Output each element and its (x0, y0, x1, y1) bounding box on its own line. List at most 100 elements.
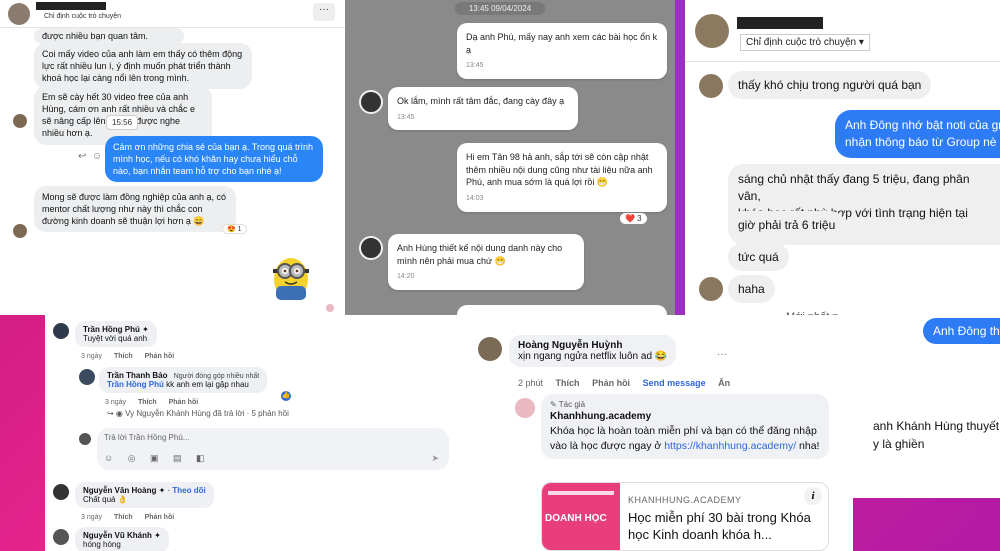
avatar (13, 114, 27, 128)
send-message-button[interactable]: Send message (643, 378, 706, 388)
react-icon[interactable]: ☺ (92, 151, 102, 162)
comment-actions: 3 ngày Thích Phản hồi (81, 353, 184, 360)
avatar[interactable] (53, 529, 69, 545)
avatar (699, 277, 723, 301)
hide-button[interactable]: Ẩn (718, 378, 730, 388)
comment-actions: 3 ngày Thích Phản hồi (105, 399, 208, 406)
reply-tail: nha! (796, 439, 820, 452)
link-site: KHANHHUNG.ACADEMY (628, 495, 742, 505)
info-icon[interactable]: i (804, 487, 822, 505)
avatar[interactable] (8, 3, 30, 25)
received-message-bubble: Ok lắm, mình rất tâm đắc, đang cày đây ạ… (388, 87, 578, 131)
seen-avatar (326, 304, 334, 312)
date-timestamp: 13:45 09/04/2024 (455, 2, 545, 15)
avatar[interactable] (53, 323, 69, 339)
like-button[interactable]: Thích (114, 353, 133, 360)
chat-header: Chỉ định cuộc trò chuyện ▾ (685, 0, 1000, 62)
comment-text: Tuyệt vời quá anh (83, 334, 148, 343)
message-text: Hi em Tân 98 hả anh, sắp tới sẽ còn cập … (466, 152, 653, 188)
reply-input[interactable]: Trả lời Trần Hồng Phú... ☺ ◎ ▣ ▤ ◧ ➤ (97, 428, 449, 470)
comment-text: xịn ngang ngửa netflix luôn ad 😂 (518, 351, 668, 362)
comment-bubble: Nguyễn Vũ Khánh ✦ hóng hóng (75, 527, 169, 551)
comment-bubble: Nguyễn Văn Hoàng ✦ · Theo dõi Chất quá 👌 (75, 482, 214, 508)
avatar (13, 224, 27, 238)
chat-panel-3: Chỉ định cuộc trò chuyện ▾ thấy khó chịu… (685, 0, 1000, 315)
reaction-badge[interactable]: 😍 1 (222, 224, 247, 234)
avatar[interactable] (79, 369, 95, 385)
avatar (79, 433, 91, 445)
message-bubble: giờ phải trả 6 triệu (728, 211, 846, 239)
comment-bubble: Hoàng Nguyễn Huỳnh xịn ngang ngửa netfli… (509, 335, 677, 367)
comment-actions: 2 phút Thích Phản hồi Send message Ẩn (518, 378, 740, 388)
conversation-subtitle[interactable]: Chỉ định cuộc trò chuyện (44, 13, 121, 20)
author-badge: ✎ Tác giả (550, 400, 586, 409)
author-avatar[interactable] (515, 398, 535, 418)
comment-bubble: Trần Hồng Phú ✦ Tuyệt vời quá anh (75, 321, 157, 347)
message-text: anh Khánh Hùng thuyết (873, 419, 1000, 433)
reply-button[interactable]: Phản hồi (145, 353, 175, 360)
top-fan-badge: Người đóng góp nhiều nhất (173, 373, 260, 380)
side-strip (675, 0, 685, 315)
reply-icon[interactable]: ↩ (78, 151, 86, 162)
message-bubble: Mong sẽ được làm đồng nghiệp của anh ạ, … (34, 186, 236, 233)
more-options-icon[interactable]: ··· (717, 349, 727, 360)
chat-header: Chỉ định cuộc trò chuyện ··· (0, 0, 345, 28)
send-icon[interactable]: ➤ (431, 453, 439, 464)
link-preview-card[interactable]: DOANH HỌC KHANHHUNG.ACADEMY Học miễn phí… (541, 482, 829, 551)
message-bubble: được nhiều bạn quan tâm. (34, 28, 184, 45)
chat-panel-1: Chỉ định cuộc trò chuyện ··· được nhiều … (0, 0, 345, 315)
reply-button[interactable]: Phản hồi (592, 378, 630, 388)
commenter-name[interactable]: Nguyễn Vũ Khánh (83, 531, 152, 540)
comment-text: kk anh em lại gặp nhau (166, 380, 249, 389)
commenter-name[interactable]: Trần Hồng Phú (83, 325, 140, 334)
redacted-name (36, 2, 106, 10)
link-title[interactable]: Học miễn phí 30 bài trong Khóa học Kinh … (628, 510, 824, 544)
sent-message-bubble: Cảm ơn những chia sẻ của bạn ạ. Trong qu… (105, 136, 323, 183)
message-time: 13:45 (397, 113, 415, 121)
star-icon: ✦ (142, 325, 149, 334)
commenter-name[interactable]: Trần Thanh Bảo (107, 371, 167, 380)
comment-time: 3 ngày (81, 514, 103, 521)
sent-message-bubble: Anh Đông nhớ bật noti của gr nhận thông … (835, 110, 1000, 158)
message-text: Anh Đông nhớ bật noti của gr (845, 118, 1000, 132)
more-options-button[interactable]: ··· (313, 3, 335, 21)
avatar (699, 74, 723, 98)
like-button[interactable]: Thích (556, 378, 580, 388)
sent-message-bubble: Hi em Tân 98 hả anh, sắp tới sẽ còn cập … (457, 143, 667, 212)
message-text: Ok lắm, mình rất tâm đắc, đang cày đây ạ (397, 96, 565, 106)
commenter-name[interactable]: Hoàng Nguyễn Huỳnh (518, 340, 667, 351)
avatar[interactable] (478, 337, 502, 361)
chat-panel-2: 13:45 09/04/2024 Dạ anh Phú, mấy nay anh… (345, 0, 685, 315)
reaction-badge[interactable]: ❤️ 3 (620, 213, 647, 224)
view-replies-link[interactable]: ↪ ◉ Vy Nguyễn Khánh Hùng đã trả lời · 5 … (107, 409, 289, 418)
reply-link[interactable]: https://khanhhung.academy/ (664, 440, 796, 452)
commenter-name[interactable]: Nguyễn Văn Hoàng (83, 486, 156, 495)
message-time: 13:45 (466, 62, 484, 70)
like-reaction-icon: 👍 (281, 391, 291, 401)
avatar[interactable] (695, 14, 729, 48)
comment-text: Chất quá 👌 (83, 495, 128, 504)
view-replies-text: Vy Nguyễn Khánh Hùng đã trả lời · 5 phản… (125, 409, 289, 418)
avatar[interactable] (53, 484, 69, 500)
input-toolbar-icons[interactable]: ☺ ◎ ▣ ▤ ◧ (104, 453, 211, 464)
timestamp-tooltip: 15:56 (106, 115, 139, 130)
conversation-subtitle[interactable]: Chỉ định cuộc trò chuyện ▾ (740, 34, 870, 51)
like-button[interactable]: Thích (114, 514, 133, 521)
sent-message-bubble: Anh Đông tha (923, 318, 1000, 344)
reply-button[interactable]: Phản hồi (145, 514, 175, 521)
message-text: Anh Hùng thiết kế nội dung danh này cho … (397, 243, 563, 266)
author-name[interactable]: Khanhhung.academy (550, 410, 820, 424)
like-button[interactable]: Thích (138, 399, 157, 406)
message-bubble: thấy khó chịu trong người quá bạn (728, 71, 932, 99)
mention-tag[interactable]: Trần Hồng Phú (107, 380, 164, 389)
follow-link[interactable]: Theo dõi (172, 486, 205, 495)
message-text: nhận thông báo từ Group nè a (845, 134, 1000, 149)
comment-time: 2 phút (518, 378, 544, 388)
received-message-bubble: Anh Hùng thiết kế nội dung danh này cho … (388, 234, 584, 290)
reply-button[interactable]: Phản hồi (169, 399, 199, 406)
message-time: 14:20 (397, 273, 415, 281)
author-reply-bubble: ✎ Tác giả Khanhhung.academy Khóa học là … (541, 394, 829, 459)
sent-message-bubble: Dạ anh Phú, mấy nay anh xem các bài học … (457, 23, 667, 79)
avatar (359, 90, 383, 114)
message-text: sáng chủ nhật thấy đang 5 triệu, đang ph… (738, 172, 970, 203)
